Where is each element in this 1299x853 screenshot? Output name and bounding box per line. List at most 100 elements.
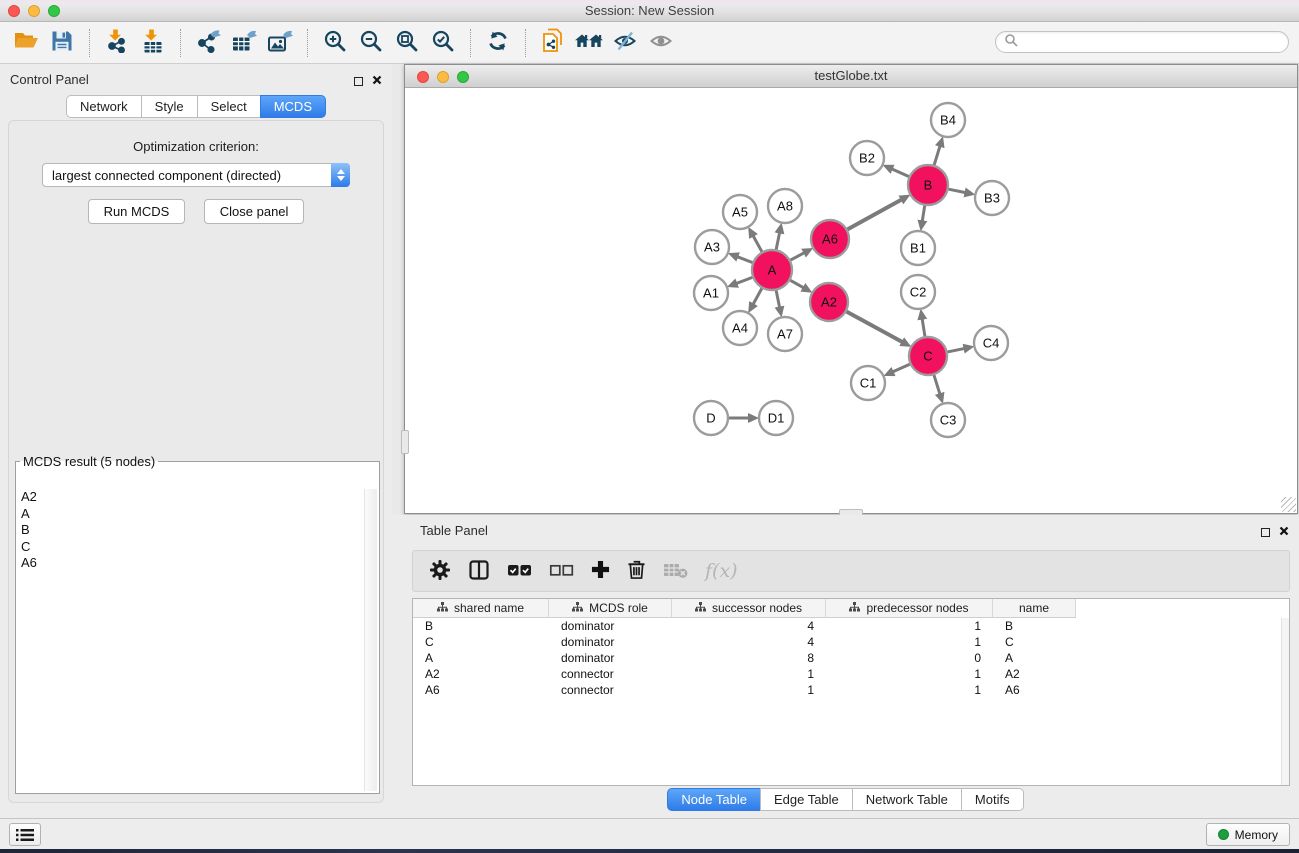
new-network-from-selection-button[interactable] xyxy=(535,26,571,60)
graph-edge-A2-C[interactable] xyxy=(847,312,903,343)
delete-button[interactable] xyxy=(627,559,646,583)
import-network-button[interactable] xyxy=(99,26,135,60)
deselect-all-button[interactable] xyxy=(549,562,574,581)
import-table-button[interactable] xyxy=(135,26,171,60)
graph-node-C2[interactable]: C2 xyxy=(901,275,935,309)
column-header-shared-name[interactable]: shared name xyxy=(413,599,549,618)
graph-edge-A-A6[interactable] xyxy=(791,253,805,260)
graph-edge-C-C1[interactable] xyxy=(893,364,910,372)
columns-button[interactable] xyxy=(468,559,490,584)
select-all-button[interactable] xyxy=(507,562,532,581)
result-item[interactable]: A6 xyxy=(18,555,363,572)
hide-selected-button[interactable] xyxy=(607,26,643,60)
graph-node-B3[interactable]: B3 xyxy=(975,181,1009,215)
graph-node-A1[interactable]: A1 xyxy=(694,276,728,310)
zoom-selected-button[interactable] xyxy=(425,26,461,60)
open-session-button[interactable] xyxy=(8,26,44,60)
search-box[interactable] xyxy=(995,31,1289,53)
show-panels-menu-button[interactable] xyxy=(9,823,41,846)
zoom-fit-button[interactable] xyxy=(389,26,425,60)
result-scrollbar[interactable] xyxy=(364,489,377,791)
graph-edge-B-B1[interactable] xyxy=(922,206,924,222)
table-row[interactable]: Adominator80A xyxy=(413,650,1289,666)
zoom-window-button[interactable] xyxy=(48,5,60,17)
close-table-panel-icon[interactable] xyxy=(1279,523,1289,541)
graph-edge-A6-B[interactable] xyxy=(848,199,902,229)
graph-node-B2[interactable]: B2 xyxy=(850,141,884,175)
zoom-out-button[interactable] xyxy=(353,26,389,60)
table-row[interactable]: A2connector11A2 xyxy=(413,666,1289,682)
minimize-window-button[interactable] xyxy=(28,5,40,17)
graph-edge-A-A8[interactable] xyxy=(776,232,779,249)
graph-node-A7[interactable]: A7 xyxy=(768,317,802,351)
column-header-predecessor-nodes[interactable]: predecessor nodes xyxy=(826,599,993,618)
add-button[interactable] xyxy=(591,560,610,582)
column-header-successor-nodes[interactable]: successor nodes xyxy=(672,599,826,618)
tab-node-table[interactable]: Node Table xyxy=(667,788,761,811)
graph-node-D1[interactable]: D1 xyxy=(759,401,793,435)
export-image-button[interactable] xyxy=(262,26,298,60)
export-table-button[interactable] xyxy=(226,26,262,60)
result-item[interactable]: A2 xyxy=(18,489,363,506)
west-panel-grip[interactable] xyxy=(401,430,409,454)
search-input[interactable] xyxy=(1018,33,1288,51)
close-window-button[interactable] xyxy=(8,5,20,17)
graph-edge-C-C3[interactable] xyxy=(934,375,940,394)
tab-motifs[interactable]: Motifs xyxy=(961,788,1024,811)
first-neighbors-button[interactable] xyxy=(571,26,607,60)
window-resize-grip[interactable] xyxy=(1281,497,1296,512)
graph-node-B[interactable]: B xyxy=(908,165,948,205)
graph-node-C[interactable]: C xyxy=(909,337,947,375)
graph-node-A2[interactable]: A2 xyxy=(810,283,848,321)
show-all-button[interactable] xyxy=(643,26,679,60)
tab-style[interactable]: Style xyxy=(141,95,198,118)
graph-node-A8[interactable]: A8 xyxy=(768,189,802,223)
graph-node-D[interactable]: D xyxy=(694,401,728,435)
table-row[interactable]: A6connector11A6 xyxy=(413,682,1289,698)
graph-edge-C-C2[interactable] xyxy=(922,319,925,337)
graph-edge-A-A2[interactable] xyxy=(790,280,803,288)
graph-node-B1[interactable]: B1 xyxy=(901,231,935,265)
graph-edge-A-A5[interactable] xyxy=(753,236,762,252)
tab-select[interactable]: Select xyxy=(197,95,261,118)
graph-node-C1[interactable]: C1 xyxy=(851,366,885,400)
zoom-network-window-button[interactable] xyxy=(457,71,469,83)
graph-edge-B-B2[interactable] xyxy=(892,169,909,177)
close-panel-button[interactable]: Close panel xyxy=(204,199,305,224)
criterion-dropdown[interactable]: largest connected component (directed) xyxy=(42,163,350,187)
graph-node-A[interactable]: A xyxy=(752,250,792,290)
tab-edge-table[interactable]: Edge Table xyxy=(760,788,853,811)
column-header-MCDS-role[interactable]: MCDS role xyxy=(549,599,672,618)
result-item[interactable]: C xyxy=(18,539,363,556)
memory-button[interactable]: Memory xyxy=(1206,823,1290,846)
result-item[interactable]: A xyxy=(18,506,363,523)
graph-node-A4[interactable]: A4 xyxy=(723,311,757,345)
export-network-button[interactable] xyxy=(190,26,226,60)
graph-node-B4[interactable]: B4 xyxy=(931,103,965,137)
minimize-network-window-button[interactable] xyxy=(437,71,449,83)
float-table-panel-icon[interactable] xyxy=(1261,528,1270,537)
result-item[interactable]: B xyxy=(18,522,363,539)
gear-button[interactable] xyxy=(429,559,451,584)
graph-edge-A-A1[interactable] xyxy=(736,277,752,283)
network-canvas[interactable]: B4B2BB3A8A5A6A3B1AC2A1A2A4A7C4CC1C3DD1 xyxy=(405,88,1297,513)
close-panel-icon[interactable] xyxy=(372,72,382,90)
graph-edge-A-A3[interactable] xyxy=(737,257,752,263)
tab-network-table[interactable]: Network Table xyxy=(852,788,962,811)
tab-mcds[interactable]: MCDS xyxy=(260,95,326,118)
graph-edge-B-B4[interactable] xyxy=(934,146,940,165)
network-graph[interactable]: B4B2BB3A8A5A6A3B1AC2A1A2A4A7C4CC1C3DD1 xyxy=(405,88,1297,513)
graph-node-A6[interactable]: A6 xyxy=(811,220,849,258)
refresh-button[interactable] xyxy=(480,26,516,60)
table-row[interactable]: Cdominator41C xyxy=(413,634,1289,650)
tab-network[interactable]: Network xyxy=(66,95,142,118)
graph-edge-A-A7[interactable] xyxy=(776,291,779,308)
graph-edge-C-C4[interactable] xyxy=(948,348,965,352)
graph-node-C3[interactable]: C3 xyxy=(931,403,965,437)
column-header-name[interactable]: name xyxy=(993,599,1076,618)
table-scrollbar[interactable] xyxy=(1281,618,1289,785)
graph-node-A3[interactable]: A3 xyxy=(695,230,729,264)
graph-edge-B-B3[interactable] xyxy=(949,189,966,192)
float-panel-icon[interactable] xyxy=(354,77,363,86)
save-session-button[interactable] xyxy=(44,26,80,60)
